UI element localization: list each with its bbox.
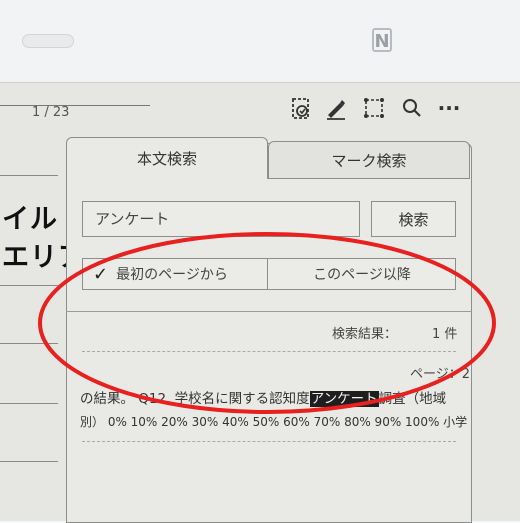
more-icon[interactable]: ··· (436, 95, 462, 121)
check-icon: ✓ (93, 263, 109, 285)
document-rule (0, 461, 58, 462)
document-title-line1: イル (2, 204, 58, 235)
page-progress-line (0, 105, 150, 106)
tab-text-search-label: 本文検索 (136, 150, 197, 168)
panel-separator (66, 311, 472, 312)
nfc-icon: N (372, 28, 392, 52)
results-count: 1 件 (432, 327, 458, 342)
document-rule (0, 285, 58, 286)
results-label: 検索結果： (332, 327, 398, 342)
scope-from-this-page-label: このページ以降 (313, 267, 411, 283)
snippet-text: の結果。 Q12. 学校名に関する認知度 (80, 391, 310, 407)
speaker-slot (22, 34, 74, 48)
snippet-text: 調査（地域 (378, 391, 447, 407)
search-icon[interactable] (399, 95, 425, 121)
jump-icon[interactable] (288, 95, 314, 121)
result-page-number: ページ：2 (410, 367, 471, 382)
search-input[interactable]: アンケート (82, 201, 360, 237)
select-icon[interactable] (361, 95, 387, 121)
scope-from-this-page[interactable]: このページ以降 (268, 259, 456, 289)
search-panel (66, 143, 472, 523)
scope-from-first-page[interactable]: ✓ 最初のページから (93, 259, 228, 289)
snippet-highlight: アンケート (309, 391, 379, 407)
search-button[interactable]: 検索 (371, 201, 456, 237)
search-scope-group: ✓ 最初のページから このページ以降 (82, 258, 456, 290)
tab-mark-search[interactable]: マーク検索 (268, 141, 470, 179)
document-rule (0, 343, 58, 344)
result-snippet-line1[interactable]: の結果。 Q12. 学校名に関する認知度アンケート調査（地域 (80, 387, 460, 407)
tab-mark-search-label: マーク検索 (331, 151, 407, 170)
document-rule (0, 175, 58, 176)
tab-text-search[interactable]: 本文検索 (66, 137, 268, 179)
document-rule (0, 403, 58, 404)
result-snippet-line2[interactable]: 別） 0% 10% 20% 30% 40% 50% 60% 70% 80% 90… (80, 413, 467, 430)
search-button-label: 検索 (398, 210, 429, 229)
pen-icon[interactable] (323, 95, 349, 121)
results-divider (82, 351, 456, 352)
page-indicator: 1 / 23 (32, 105, 70, 120)
scope-from-first-page-label: 最初のページから (116, 267, 228, 283)
eink-screen: 1 / 23 ··· イル エリア マーク検索 本文検索 アンケート 検索 ✓ (0, 82, 520, 523)
document-page: イル エリア (0, 143, 85, 521)
more-icon-glyph: ··· (437, 96, 461, 120)
results-divider (82, 441, 456, 442)
